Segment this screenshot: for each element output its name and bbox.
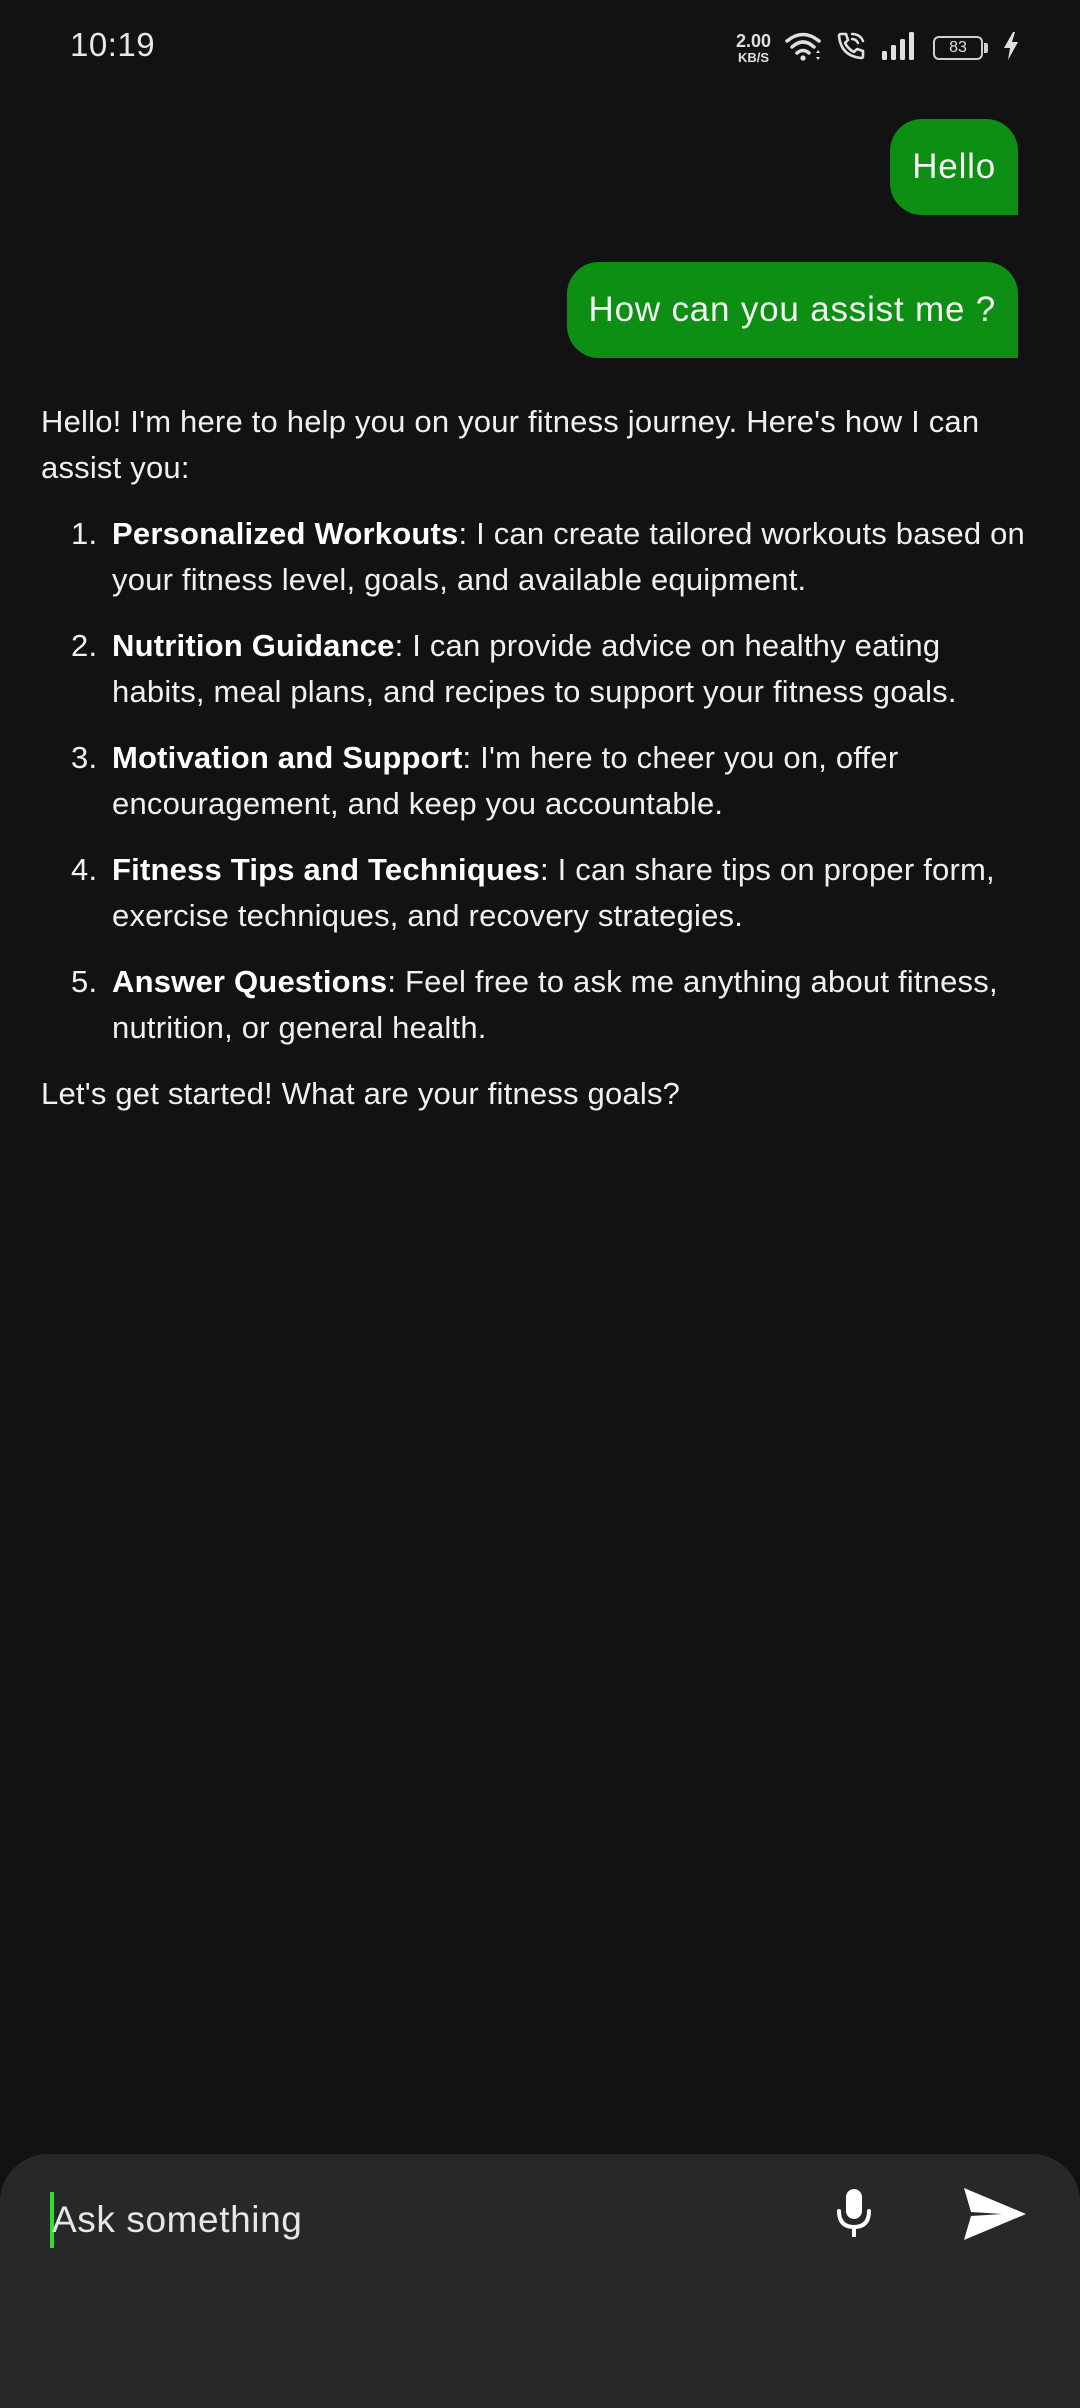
status-bar: 10:19 2.00 KB/S 83 xyxy=(0,0,1080,96)
list-item-number: 2. xyxy=(71,628,98,663)
list-item-title: Personalized Workouts xyxy=(112,516,459,551)
network-speed-unit: KB/S xyxy=(737,50,769,65)
list-item-title: Motivation and Support xyxy=(112,740,463,775)
charging-icon xyxy=(1002,31,1020,66)
status-icons: 2.00 KB/S 83 xyxy=(736,28,1020,68)
list-item: 2. Nutrition Guidance: I can provide advi… xyxy=(41,623,1031,715)
user-message-bubble: How can you assist me ? xyxy=(566,262,1018,358)
battery-level: 83 xyxy=(949,39,967,56)
list-item: 3. Motivation and Support: I'm here to ch… xyxy=(41,735,1031,827)
list-item-number: 5. xyxy=(71,964,98,999)
microphone-button[interactable] xyxy=(826,2180,882,2252)
assistant-list: 1. Personalized Workouts: I can create ta… xyxy=(41,511,1031,1051)
list-item-number: 1. xyxy=(71,516,98,551)
signal-icon xyxy=(881,31,919,66)
send-button[interactable] xyxy=(955,2180,1035,2252)
network-speed-value: 2.00 xyxy=(735,31,771,51)
send-icon xyxy=(962,2186,1028,2247)
wifi-call-icon xyxy=(835,30,867,67)
list-item: 4. Fitness Tips and Techniques: I can sha… xyxy=(41,847,1031,939)
list-item: 1. Personalized Workouts: I can create ta… xyxy=(41,511,1031,603)
wifi-icon xyxy=(785,30,821,67)
assistant-outro: Let's get started! What are your fitness… xyxy=(41,1076,681,1111)
list-item-title: Nutrition Guidance xyxy=(112,628,395,663)
list-item-number: 4. xyxy=(71,852,98,887)
list-item-title: Answer Questions xyxy=(112,964,388,999)
status-time: 10:19 xyxy=(70,26,156,63)
user-message-bubble: Hello xyxy=(890,119,1018,215)
list-item: 5. Answer Questions: Feel free to ask me … xyxy=(41,959,1031,1051)
message-input[interactable] xyxy=(52,2192,792,2248)
list-item-number: 3. xyxy=(71,740,98,775)
input-panel xyxy=(0,2154,1080,2408)
microphone-icon xyxy=(834,2187,874,2246)
assistant-message: Hello! I'm here to help you on your fitn… xyxy=(41,399,1031,1117)
assistant-intro: Hello! I'm here to help you on your fitn… xyxy=(41,404,980,485)
network-speed: 2.00 KB/S xyxy=(736,32,771,64)
battery-icon: 83 xyxy=(933,36,988,60)
list-item-title: Fitness Tips and Techniques xyxy=(112,852,541,887)
